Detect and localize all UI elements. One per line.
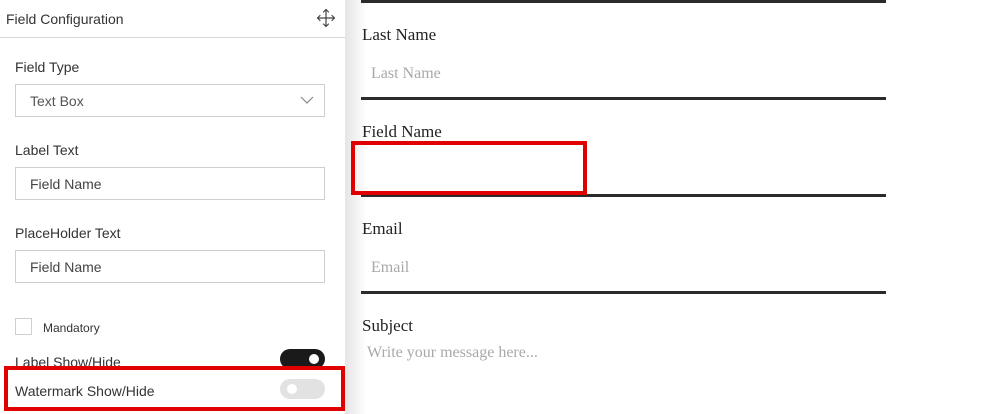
form-top-divider	[361, 0, 886, 3]
last-name-input[interactable]	[362, 57, 886, 91]
watermark-show-hide-label: Watermark Show/Hide	[15, 383, 155, 399]
label-text-input[interactable]	[15, 167, 325, 200]
mandatory-checkbox[interactable]	[15, 318, 32, 335]
field-type-label: Field Type	[15, 59, 80, 75]
field-configuration-panel: Field Configuration Field Type Text Box …	[0, 0, 345, 414]
subject-label: Subject	[362, 316, 413, 335]
move-arrows-icon[interactable]	[316, 8, 336, 28]
panel-title: Field Configuration	[6, 11, 124, 27]
email-input[interactable]	[362, 251, 886, 285]
placeholder-text-label: PlaceHolder Text	[15, 225, 121, 241]
panel-header: Field Configuration	[0, 0, 345, 38]
field-type-select[interactable]: Text Box	[15, 84, 325, 117]
email-divider	[361, 291, 886, 294]
label-show-hide-label: Label Show/Hide	[15, 354, 121, 370]
toggle-knob	[287, 384, 297, 394]
mandatory-label: Mandatory	[43, 321, 100, 335]
watermark-show-hide-toggle[interactable]	[280, 379, 325, 399]
last-name-divider	[361, 97, 886, 100]
toggle-knob	[309, 354, 319, 364]
chevron-down-icon	[300, 96, 314, 104]
label-text-label: Label Text	[15, 142, 79, 158]
field-type-value: Text Box	[30, 93, 84, 109]
email-label: Email	[362, 219, 403, 238]
field-name-input[interactable]	[362, 150, 886, 184]
last-name-label: Last Name	[362, 25, 437, 44]
label-show-hide-toggle[interactable]	[280, 349, 325, 369]
subject-textarea[interactable]	[362, 342, 886, 402]
field-name-label: Field Name	[362, 122, 442, 141]
watermark-row: Watermark Show/Hide	[0, 370, 345, 414]
field-name-divider	[361, 194, 886, 197]
placeholder-text-input[interactable]	[15, 250, 325, 283]
